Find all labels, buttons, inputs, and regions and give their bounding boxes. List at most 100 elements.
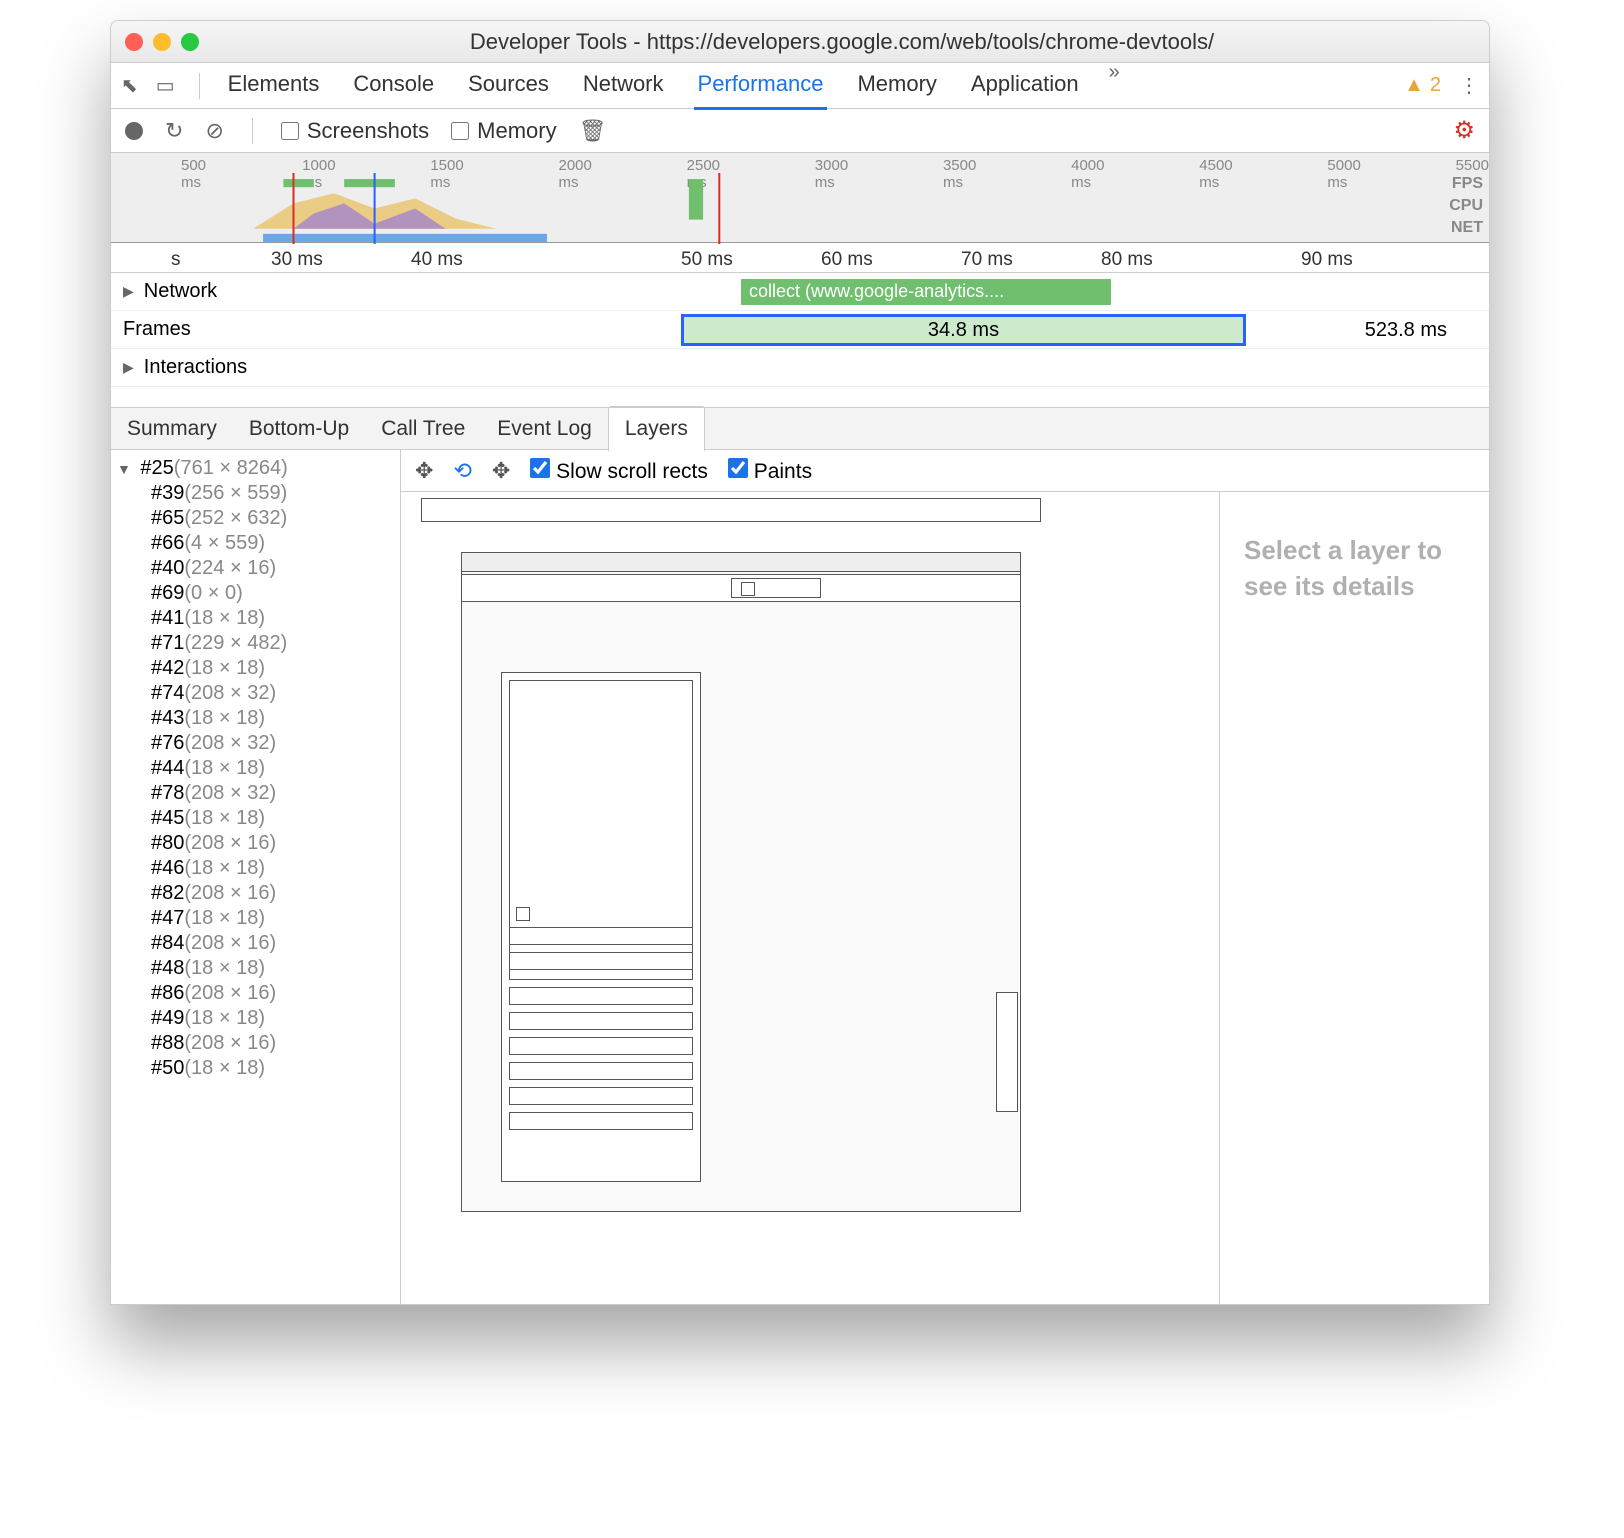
- layer-tree-item[interactable]: #46(18 × 18): [111, 856, 400, 881]
- layer-wireframe[interactable]: [509, 1062, 693, 1080]
- layer-tree-item[interactable]: #80(208 × 16): [111, 831, 400, 856]
- tab-network[interactable]: Network: [579, 61, 668, 110]
- warning-badge[interactable]: ▲ 2: [1404, 74, 1441, 97]
- capture-settings-icon[interactable]: ⚙: [1453, 116, 1475, 145]
- layer-wireframe[interactable]: [421, 498, 1041, 522]
- ov-label-net: NET: [1449, 217, 1483, 239]
- overview-row-labels: FPS CPU NET: [1449, 173, 1483, 239]
- tab-application[interactable]: Application: [967, 61, 1083, 110]
- tab-sources[interactable]: Sources: [464, 61, 553, 110]
- layer-tree-item[interactable]: #74(208 × 32): [111, 681, 400, 706]
- divider: [199, 73, 200, 99]
- layer-wireframe[interactable]: [516, 907, 530, 921]
- memory-toggle[interactable]: Memory: [451, 118, 556, 144]
- layer-tree-item[interactable]: #49(18 × 18): [111, 1006, 400, 1031]
- ruler-tick: 70 ms: [961, 249, 1013, 271]
- frame-bar[interactable]: 34.8 ms: [681, 314, 1246, 346]
- layer-tree-item[interactable]: #88(208 × 16): [111, 1031, 400, 1056]
- network-track[interactable]: ▶Network collect (www.google-analytics..…: [111, 273, 1489, 311]
- layer-wireframe[interactable]: [741, 582, 755, 596]
- layer-tree-item[interactable]: #45(18 × 18): [111, 806, 400, 831]
- subtab-bottom-up[interactable]: Bottom-Up: [233, 407, 365, 451]
- overview-panel[interactable]: 500 ms 1000 ms 1500 ms 2000 ms 2500 ms 3…: [111, 153, 1489, 243]
- slow-scroll-label: Slow scroll rects: [556, 460, 708, 483]
- layer-tree-item[interactable]: #42(18 × 18): [111, 656, 400, 681]
- layer-wireframe[interactable]: [509, 927, 693, 945]
- inspect-icon[interactable]: ⬉: [121, 73, 138, 98]
- layer-wireframe[interactable]: [509, 1112, 693, 1130]
- layer-wireframe[interactable]: [509, 1087, 693, 1105]
- layer-tree-item[interactable]: #48(18 × 18): [111, 956, 400, 981]
- layer-tree-item[interactable]: #76(208 × 32): [111, 731, 400, 756]
- layer-tree-item[interactable]: #39(256 × 559): [111, 481, 400, 506]
- subtab-call-tree[interactable]: Call Tree: [365, 407, 481, 451]
- reload-icon[interactable]: ↻: [165, 118, 183, 144]
- paints-toggle[interactable]: Paints: [728, 458, 812, 484]
- ruler-tick: 30 ms: [271, 249, 323, 271]
- kebab-menu-icon[interactable]: ⋮: [1459, 73, 1479, 98]
- layer-wireframe[interactable]: [509, 987, 693, 1005]
- record-button[interactable]: [125, 122, 143, 140]
- subtab-event-log[interactable]: Event Log: [481, 407, 608, 451]
- layer-wireframe[interactable]: [509, 1037, 693, 1055]
- pan-icon[interactable]: ✥: [415, 458, 433, 484]
- interactions-track[interactable]: ▶Interactions: [111, 349, 1489, 387]
- layer-tree-item[interactable]: #71(229 × 482): [111, 631, 400, 656]
- layer-tree-item[interactable]: #86(208 × 16): [111, 981, 400, 1006]
- warning-count: 2: [1430, 74, 1441, 97]
- layer-tree-item[interactable]: #65(252 × 632): [111, 506, 400, 531]
- reset-view-icon[interactable]: ✥: [492, 458, 510, 484]
- memory-checkbox[interactable]: [451, 122, 469, 140]
- layer-tree-item[interactable]: #44(18 × 18): [111, 756, 400, 781]
- ruler-tick: 50 ms: [681, 249, 733, 271]
- screenshots-checkbox[interactable]: [281, 122, 299, 140]
- more-tabs-icon[interactable]: »: [1109, 61, 1120, 110]
- subtab-layers[interactable]: Layers: [608, 406, 705, 451]
- tab-console[interactable]: Console: [349, 61, 438, 110]
- network-request-bar[interactable]: collect (www.google-analytics....: [741, 279, 1111, 305]
- detail-hint: Select a layer to see its details: [1244, 532, 1465, 605]
- devtools-window: Developer Tools - https://developers.goo…: [110, 20, 1490, 1305]
- paints-label: Paints: [754, 460, 812, 483]
- layer-tree-item[interactable]: #84(208 × 16): [111, 931, 400, 956]
- slow-scroll-checkbox[interactable]: [530, 458, 550, 478]
- frames-track[interactable]: Frames 34.8 ms 523.8 ms: [111, 311, 1489, 349]
- layer-tree-item[interactable]: #40(224 × 16): [111, 556, 400, 581]
- zoom-window-button[interactable]: [181, 33, 199, 51]
- layer-wireframe[interactable]: [509, 1012, 693, 1030]
- layer-tree-item[interactable]: #47(18 × 18): [111, 906, 400, 931]
- close-window-button[interactable]: [125, 33, 143, 51]
- layer-tree-item[interactable]: #41(18 × 18): [111, 606, 400, 631]
- rotate-icon[interactable]: ⟲: [453, 458, 471, 484]
- layer-wireframe[interactable]: [996, 992, 1018, 1112]
- layer-tree-item[interactable]: ▼ #25(761 × 8264): [111, 456, 400, 481]
- ov-label-fps: FPS: [1449, 173, 1483, 195]
- disclosure-triangle-icon[interactable]: ▶: [123, 359, 134, 376]
- layer-tree-item[interactable]: #50(18 × 18): [111, 1056, 400, 1081]
- layer-tree-item[interactable]: #69(0 × 0): [111, 581, 400, 606]
- layer-wireframe[interactable]: [461, 552, 1021, 572]
- flame-chart[interactable]: s30 ms40 ms50 ms60 ms70 ms80 ms90 ms ▶Ne…: [111, 243, 1489, 408]
- slow-scroll-toggle[interactable]: Slow scroll rects: [530, 458, 708, 484]
- screenshots-toggle[interactable]: Screenshots: [281, 118, 429, 144]
- clear-icon[interactable]: ⊘: [205, 118, 223, 144]
- layer-tree-item[interactable]: #43(18 × 18): [111, 706, 400, 731]
- layer-canvas[interactable]: [401, 492, 1219, 1304]
- minimize-window-button[interactable]: [153, 33, 171, 51]
- tab-elements[interactable]: Elements: [224, 61, 324, 110]
- tab-memory[interactable]: Memory: [853, 61, 940, 110]
- layer-tree-item[interactable]: #66(4 × 559): [111, 531, 400, 556]
- paints-checkbox[interactable]: [728, 458, 748, 478]
- layer-viewer: ✥ ⟲ ✥ Slow scroll rects Paints: [401, 450, 1489, 1304]
- disclosure-triangle-icon[interactable]: ▶: [123, 283, 134, 300]
- tab-performance[interactable]: Performance: [694, 61, 828, 110]
- device-toggle-icon[interactable]: ▭: [156, 73, 175, 98]
- trash-icon[interactable]: 🗑: [579, 118, 607, 144]
- layer-wireframe[interactable]: [509, 952, 693, 970]
- subtab-summary[interactable]: Summary: [111, 407, 233, 451]
- layers-panel: ▼ #25(761 × 8264)#39(256 × 559)#65(252 ×…: [111, 450, 1489, 1304]
- layer-tree-item[interactable]: #82(208 × 16): [111, 881, 400, 906]
- layer-tree[interactable]: ▼ #25(761 × 8264)#39(256 × 559)#65(252 ×…: [111, 450, 401, 1304]
- layer-tree-item[interactable]: #78(208 × 32): [111, 781, 400, 806]
- divider: [252, 118, 253, 144]
